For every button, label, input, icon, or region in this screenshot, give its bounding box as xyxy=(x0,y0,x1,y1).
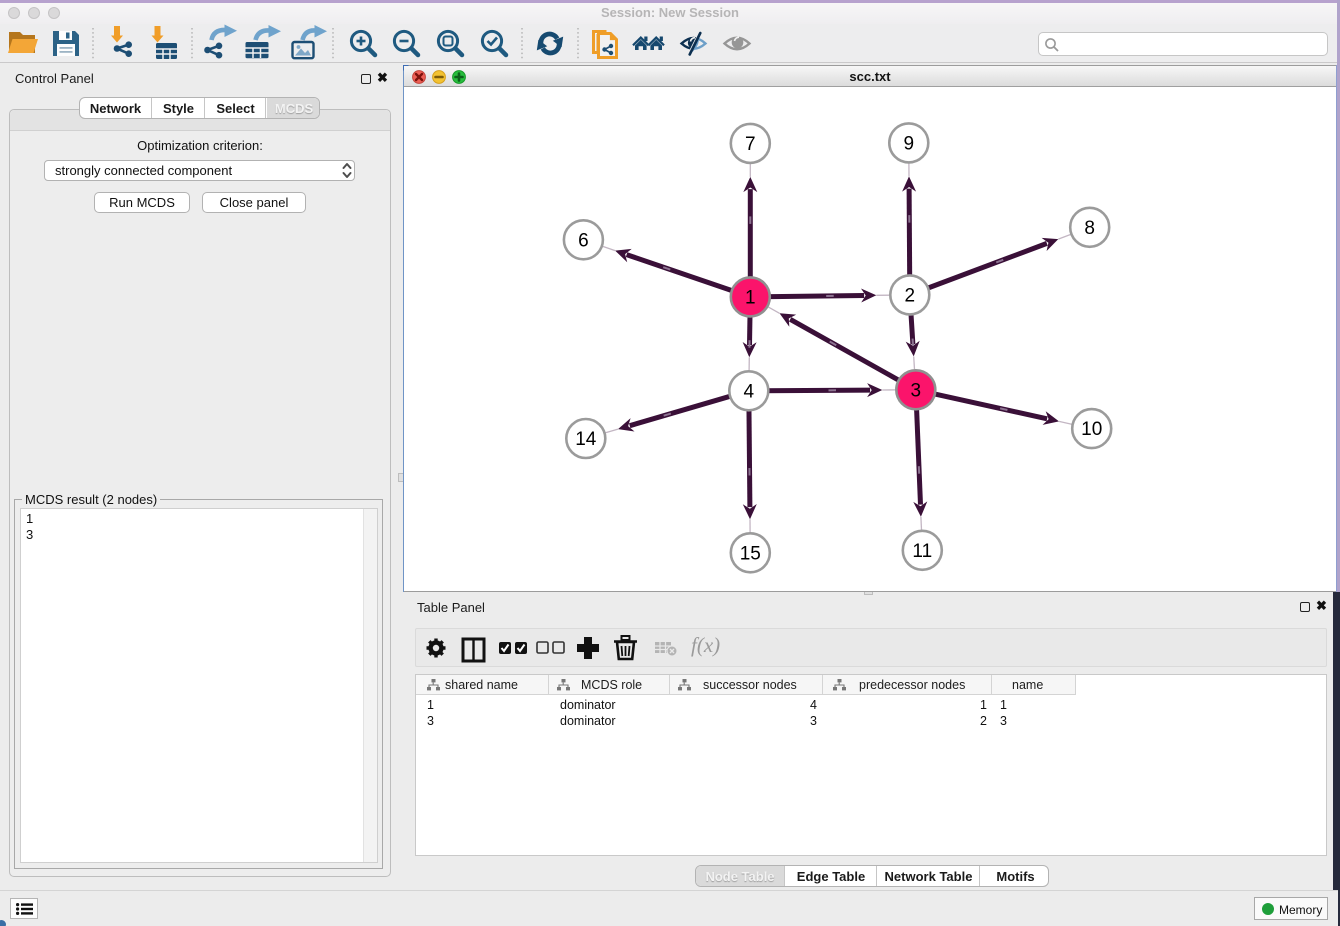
svg-text:4: 4 xyxy=(744,381,755,402)
svg-text:1: 1 xyxy=(745,287,756,308)
svg-text:6: 6 xyxy=(578,230,589,251)
svg-text:3: 3 xyxy=(911,380,922,401)
svg-text:14: 14 xyxy=(575,429,597,450)
svg-text:11: 11 xyxy=(912,541,932,562)
svg-text:10: 10 xyxy=(1081,419,1102,440)
svg-text:15: 15 xyxy=(740,543,761,564)
svg-text:8: 8 xyxy=(1084,218,1095,239)
svg-text:7: 7 xyxy=(745,134,756,155)
svg-text:9: 9 xyxy=(904,133,915,154)
svg-text:2: 2 xyxy=(905,285,916,306)
